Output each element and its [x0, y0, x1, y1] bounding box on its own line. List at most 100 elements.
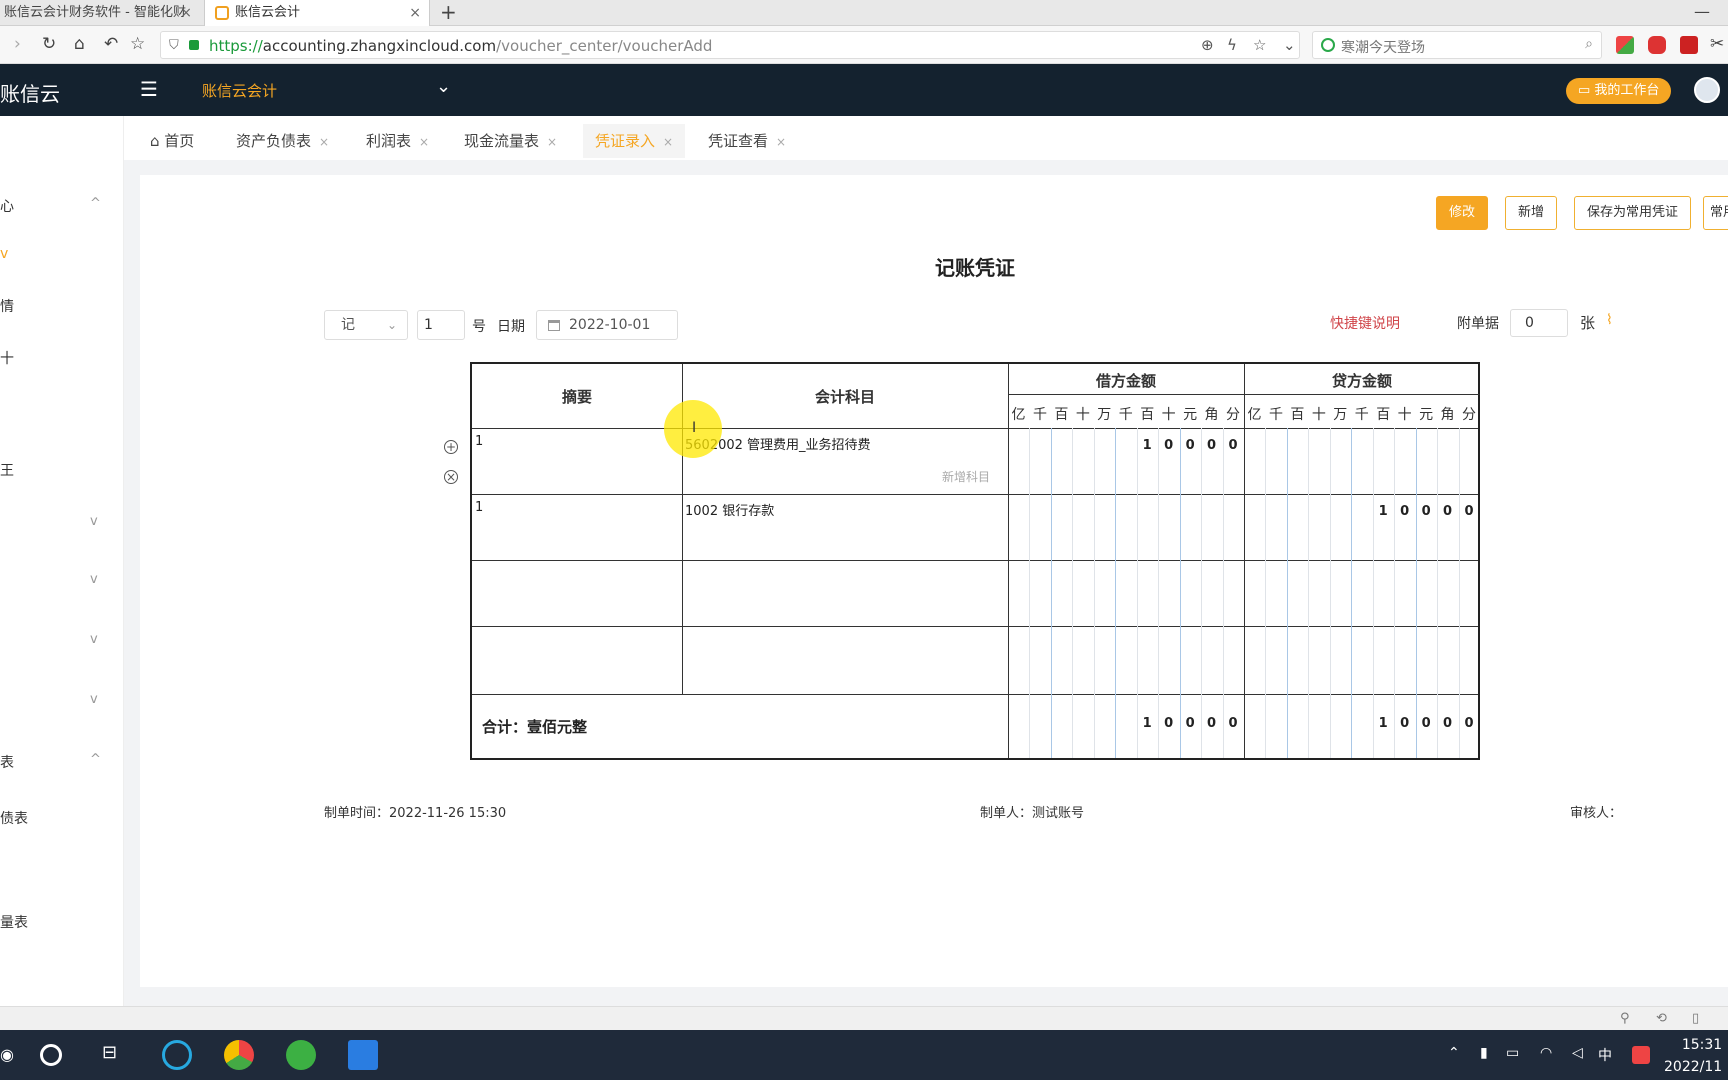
home-icon[interactable]: ⌂: [74, 34, 85, 54]
wechat-icon[interactable]: [286, 1040, 316, 1070]
sidebar-item[interactable]: v: [0, 246, 8, 262]
digit-gridline: [1115, 428, 1117, 758]
summary-cell[interactable]: 1: [475, 434, 483, 449]
sidebar-item[interactable]: 十: [0, 348, 14, 368]
menu-toggle-icon[interactable]: ☰: [140, 77, 158, 101]
task-view-icon[interactable]: ⊟: [102, 1042, 117, 1063]
avatar[interactable]: [1694, 77, 1720, 103]
paperclip-icon[interactable]: ⌇: [1606, 312, 1613, 328]
voucher-type-select[interactable]: 记 ⌄: [324, 310, 408, 340]
tab-balance-sheet[interactable]: 资产负债表 ×: [224, 124, 341, 158]
sidebar-item[interactable]: 王: [0, 460, 14, 480]
close-icon[interactable]: ×: [776, 135, 786, 149]
favorite-star-icon[interactable]: ☆: [1253, 36, 1266, 54]
org-name[interactable]: 账信云会计: [202, 80, 277, 101]
voucher-number-input[interactable]: 1: [417, 310, 465, 340]
workbench-button[interactable]: ▭ 我的工作台: [1566, 78, 1672, 104]
shortcut-help-link[interactable]: 快捷键说明: [1330, 313, 1400, 333]
close-icon[interactable]: ×: [319, 135, 329, 149]
chevron-down-icon[interactable]: v: [90, 514, 98, 529]
close-icon[interactable]: ×: [663, 135, 673, 149]
tab-voucher-view[interactable]: 凭证查看 ×: [696, 124, 798, 158]
close-icon[interactable]: ×: [180, 0, 192, 26]
url-text: https://accounting.zhangxincloud.com/vou…: [209, 37, 713, 55]
new-tab-button[interactable]: +: [440, 0, 457, 24]
summary-cell[interactable]: 1: [475, 500, 483, 515]
save-template-button[interactable]: 保存为常用凭证: [1574, 196, 1692, 230]
close-icon[interactable]: ×: [547, 135, 557, 149]
browser-tab-active[interactable]: 账信云会计 ×: [204, 0, 430, 27]
ime-indicator[interactable]: 中: [1598, 1045, 1612, 1065]
chevron-up-icon[interactable]: ^: [90, 752, 101, 767]
shield-icon: ⛉: [169, 38, 179, 53]
zoom-icon[interactable]: ⊕: [1201, 36, 1214, 54]
tab-cash-flow[interactable]: 现金流量表 ×: [452, 124, 569, 158]
undo-icon[interactable]: ↶: [104, 34, 118, 54]
search-icon[interactable]: ⌕: [1585, 36, 1593, 52]
digit-header: 角: [1204, 407, 1219, 423]
start-icon[interactable]: ◉: [0, 1045, 14, 1064]
sidebar-item[interactable]: 心: [0, 196, 14, 216]
reload-icon[interactable]: ↻: [42, 34, 56, 54]
digit-gridline: [1458, 428, 1460, 758]
browser-tab[interactable]: 账信云会计财务软件 - 智能化财 ×: [0, 0, 200, 26]
wifi-icon[interactable]: ◠: [1540, 1045, 1552, 1061]
account-cell[interactable]: 1002 银行存款: [685, 500, 774, 519]
sidebar-item[interactable]: 量表: [0, 912, 28, 932]
common-voucher-button[interactable]: 常用: [1703, 196, 1728, 230]
new-button[interactable]: 新增: [1505, 196, 1558, 230]
forward-icon[interactable]: ›: [14, 34, 21, 54]
row-divider: [472, 694, 1478, 695]
chevron-down-icon[interactable]: v: [90, 692, 98, 707]
digit-header: 分: [1462, 407, 1476, 423]
edit-button[interactable]: 修改: [1436, 196, 1489, 230]
digit-gridline: [1072, 428, 1074, 758]
chevron-up-icon[interactable]: ^: [90, 196, 101, 211]
volume-icon[interactable]: ◁: [1572, 1045, 1583, 1061]
pin-icon[interactable]: ⚲: [1620, 1011, 1630, 1026]
chevron-down-icon[interactable]: v: [90, 572, 98, 587]
tab-voucher-entry[interactable]: 凭证录入 ×: [583, 124, 686, 158]
tab-home[interactable]: ⌂ 首页: [138, 124, 206, 158]
trash-icon[interactable]: ▯: [1692, 1011, 1699, 1026]
close-icon[interactable]: ×: [409, 0, 421, 26]
search-input[interactable]: 寒潮今天登场 ⌕: [1312, 31, 1602, 59]
credit-amount-digit: 0: [1421, 504, 1431, 519]
sidebar-item[interactable]: 表: [0, 752, 14, 772]
close-icon[interactable]: ×: [419, 135, 429, 149]
chevron-down-icon[interactable]: ⌄: [436, 76, 451, 97]
bookmark-star-icon[interactable]: ☆: [130, 34, 145, 54]
attach-count-input[interactable]: 0: [1510, 309, 1568, 337]
date-picker[interactable]: 2022-10-01: [536, 310, 678, 340]
add-account-link[interactable]: 新增科目: [942, 468, 990, 485]
apps-grid-icon[interactable]: [1616, 36, 1634, 54]
digit-gridline: [1286, 428, 1288, 758]
microphone-icon[interactable]: ▮: [1480, 1045, 1488, 1061]
sogou-icon[interactable]: [1632, 1046, 1650, 1064]
colorful-app-icon[interactable]: [224, 1040, 254, 1070]
add-row-icon[interactable]: +: [444, 440, 458, 454]
scissors-icon[interactable]: ✂: [1710, 34, 1724, 54]
battery-icon[interactable]: ▭: [1506, 1045, 1519, 1061]
clock[interactable]: 15:31 2022/11: [1664, 1034, 1722, 1078]
lightning-icon[interactable]: ϟ: [1227, 36, 1237, 54]
address-bar[interactable]: ⛉ https://accounting.zhangxincloud.com/v…: [160, 31, 1300, 59]
search-icon[interactable]: [40, 1044, 62, 1066]
file-explorer-icon[interactable]: [348, 1040, 378, 1070]
delete-row-icon[interactable]: ×: [444, 470, 458, 484]
extension-icon[interactable]: [1680, 36, 1698, 54]
browser-status-bar: ⚲ ⟲ ▯: [0, 1006, 1728, 1030]
browser-app-icon[interactable]: [162, 1040, 192, 1070]
game-icon[interactable]: [1648, 36, 1666, 54]
chevron-down-icon[interactable]: v: [90, 632, 98, 647]
attach-unit-label: 张: [1580, 314, 1596, 332]
settings-icon[interactable]: ⟲: [1656, 1011, 1667, 1026]
sidebar-item[interactable]: 债表: [0, 808, 28, 828]
chevron-up-icon[interactable]: ⌃: [1448, 1045, 1460, 1061]
digit-gridline: [1222, 428, 1224, 758]
tab-income-statement[interactable]: 利润表 ×: [354, 124, 441, 158]
chevron-down-icon[interactable]: ⌄: [1283, 36, 1296, 54]
sidebar-item[interactable]: 情: [0, 296, 14, 316]
minimize-button[interactable]: —: [1694, 0, 1710, 24]
browser-tab-title: 账信云会计财务软件 - 智能化财: [4, 5, 186, 20]
